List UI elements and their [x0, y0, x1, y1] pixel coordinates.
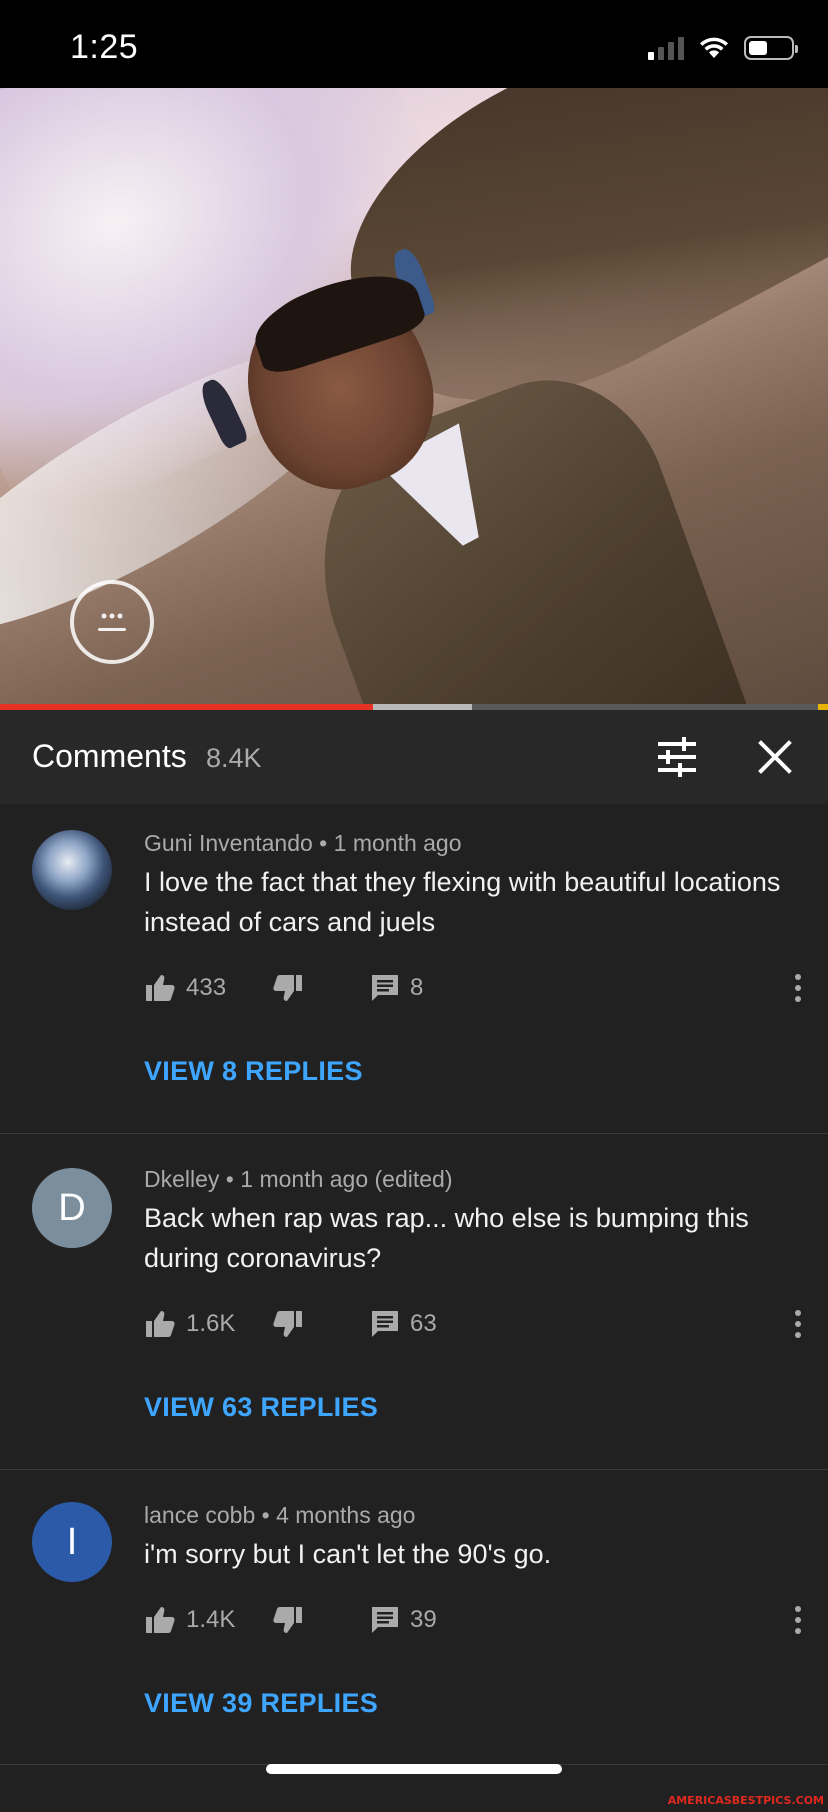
wifi-icon: [700, 37, 728, 58]
like-button[interactable]: 1.6K: [144, 1304, 235, 1344]
divider: [0, 1133, 828, 1134]
dislike-button[interactable]: [272, 1304, 304, 1344]
more-options-icon[interactable]: [792, 972, 804, 1004]
like-count: 433: [186, 974, 227, 1001]
comment-meta: Dkelley • 1 month ago (edited): [144, 1166, 453, 1192]
comment-author[interactable]: Dkelley: [144, 1166, 219, 1192]
cellular-signal-icon: [648, 36, 684, 60]
comment-time: 4 months ago: [276, 1502, 416, 1528]
comment-actions: 1.4K 39: [144, 1600, 804, 1640]
reply-button[interactable]: 63: [370, 1304, 437, 1344]
video-player[interactable]: [0, 88, 828, 704]
avatar[interactable]: I: [32, 1502, 112, 1582]
comment-item: Guni Inventando • 1 month ago I love the…: [0, 804, 828, 1134]
comment-item: I lance cobb • 4 months ago i'm sorry bu…: [0, 1476, 828, 1756]
thumbs-down-icon: [273, 1607, 302, 1633]
comments-count: 8.4K: [206, 743, 262, 773]
close-icon[interactable]: [752, 734, 798, 780]
like-button[interactable]: 1.4K: [144, 1600, 235, 1640]
battery-icon: [744, 36, 798, 60]
comment-actions: 433 8: [144, 968, 804, 1008]
comment-item: D Dkelley • 1 month ago (edited) Back wh…: [0, 1140, 828, 1470]
status-icons: [648, 36, 798, 60]
thumbs-down-icon: [273, 1311, 302, 1337]
status-bar: 1:25: [0, 0, 828, 88]
avatar[interactable]: D: [32, 1168, 112, 1248]
comment-time: 1 month ago: [333, 830, 462, 856]
comment-icon: [372, 1311, 398, 1337]
comment-icon: [372, 975, 398, 1001]
reply-button[interactable]: 8: [370, 968, 423, 1008]
avatar[interactable]: [32, 830, 112, 910]
comment-author[interactable]: lance cobb: [144, 1502, 255, 1528]
neutral-face-icon: [70, 580, 154, 664]
dislike-button[interactable]: [272, 1600, 304, 1640]
dislike-button[interactable]: [272, 968, 304, 1008]
sort-filter-icon[interactable]: [654, 734, 700, 780]
like-count: 1.6K: [186, 1310, 236, 1337]
comment-text: Back when rap was rap... who else is bum…: [144, 1203, 749, 1273]
comment-author[interactable]: Guni Inventando: [144, 830, 313, 856]
status-time: 1:25: [70, 28, 139, 66]
reply-count: 63: [410, 1310, 437, 1337]
comment-time: 1 month ago (edited): [240, 1166, 453, 1192]
reply-count: 39: [410, 1606, 437, 1633]
video-frame-person: [223, 259, 761, 704]
like-count: 1.4K: [186, 1606, 236, 1633]
divider: [0, 1469, 828, 1470]
thumbs-up-icon: [146, 975, 175, 1001]
view-replies-link[interactable]: VIEW 8 REPLIES: [144, 1056, 363, 1087]
reply-button[interactable]: 39: [370, 1600, 437, 1640]
thumbs-up-icon: [146, 1311, 175, 1337]
comment-meta: Guni Inventando • 1 month ago: [144, 830, 462, 856]
comment-icon: [372, 1607, 398, 1633]
home-indicator[interactable]: [266, 1764, 562, 1774]
view-replies-link[interactable]: VIEW 63 REPLIES: [144, 1392, 378, 1423]
reply-count: 8: [410, 974, 424, 1001]
comment-meta: lance cobb • 4 months ago: [144, 1502, 416, 1528]
comment-text: i'm sorry but I can't let the 90's go.: [144, 1539, 552, 1569]
thumbs-up-icon: [146, 1607, 175, 1633]
watermark: AMERICASBESTPICS.COM: [667, 1794, 824, 1807]
comment-text: I love the fact that they flexing with b…: [144, 867, 781, 937]
like-button[interactable]: 433: [144, 968, 226, 1008]
comments-header: Comments 8.4K: [0, 710, 828, 804]
comments-title: Comments: [32, 738, 187, 774]
more-options-icon[interactable]: [792, 1604, 804, 1636]
view-replies-link[interactable]: VIEW 39 REPLIES: [144, 1688, 378, 1719]
thumbs-down-icon: [273, 975, 302, 1001]
comment-actions: 1.6K 63: [144, 1304, 804, 1344]
more-options-icon[interactable]: [792, 1308, 804, 1340]
